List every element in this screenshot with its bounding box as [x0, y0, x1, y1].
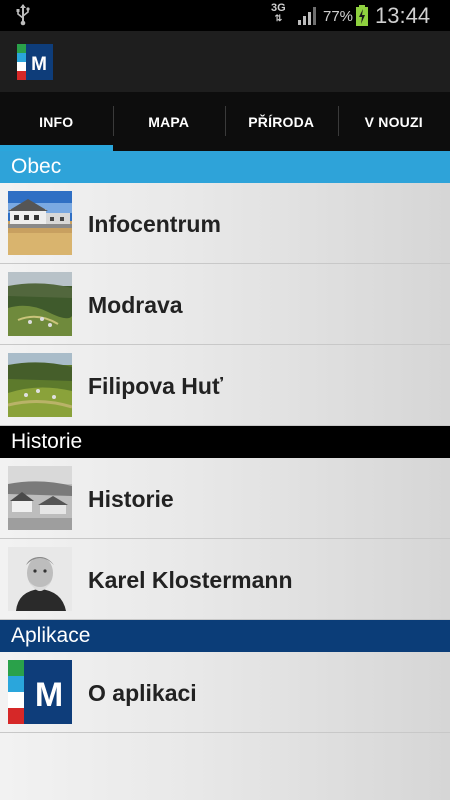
logo-letter: M [31, 54, 47, 75]
tab-priroda-label: PŘÍRODA [248, 113, 315, 130]
tab-v-nouzi-label: V NOUZI [364, 113, 423, 130]
list-item-modrava[interactable]: Modrava [0, 264, 450, 345]
status-bar: 3G ⇅ 77% 13:44 [0, 0, 450, 31]
list-item-label: Karel Klostermann [88, 567, 293, 593]
section-header-historie: Historie [0, 426, 450, 458]
infocentrum-photo [8, 191, 72, 255]
modrava-photo [8, 272, 72, 336]
klostermann-portrait [8, 547, 72, 611]
section-header-obec: Obec [0, 151, 450, 183]
list-item-label: O aplikaci [88, 680, 197, 706]
list-item-infocentrum[interactable]: Infocentrum [0, 183, 450, 264]
filipova-hut-photo [8, 353, 72, 417]
data-transfer-icon: ⇅ [274, 13, 283, 23]
app-logo-icon[interactable]: M [17, 44, 53, 80]
action-bar: M [0, 31, 450, 92]
tab-mapa-label: MAPA [148, 113, 190, 130]
list-item-label: Filipova Huť [88, 373, 223, 399]
list-item-filipova-hut[interactable]: Filipova Huť [0, 345, 450, 426]
list-item-historie[interactable]: Historie [0, 458, 450, 539]
tab-info[interactable]: INFO [0, 92, 113, 151]
section-header-aplikace: Aplikace [0, 620, 450, 652]
content-list: Obec Infocentrum Modrava Filipova Huť Hi… [0, 151, 450, 733]
list-item-karel-klostermann[interactable]: Karel Klostermann [0, 539, 450, 620]
signal-icon [297, 6, 319, 31]
clock: 13:44 [375, 3, 431, 28]
logo-letter: M [35, 676, 63, 714]
list-item-o-aplikaci[interactable]: M O aplikaci [0, 652, 450, 733]
list-item-label: Modrava [88, 292, 183, 318]
tab-mapa[interactable]: MAPA [112, 92, 226, 151]
list-item-label: Infocentrum [88, 211, 221, 237]
list-item-label: Historie [88, 486, 174, 512]
network-type-indicator: 3G ⇅ [271, 3, 286, 24]
battery-charging-icon [355, 5, 369, 32]
app-logo: M [8, 660, 72, 724]
tab-bar: INFO MAPA PŘÍRODA V NOUZI [0, 92, 450, 151]
battery-percent: 77% [323, 8, 354, 25]
tab-priroda[interactable]: PŘÍRODA [225, 92, 338, 151]
tab-v-nouzi[interactable]: V NOUZI [337, 92, 450, 151]
tab-info-label: INFO [39, 113, 74, 130]
historie-photo [8, 466, 72, 530]
usb-icon [16, 4, 30, 31]
